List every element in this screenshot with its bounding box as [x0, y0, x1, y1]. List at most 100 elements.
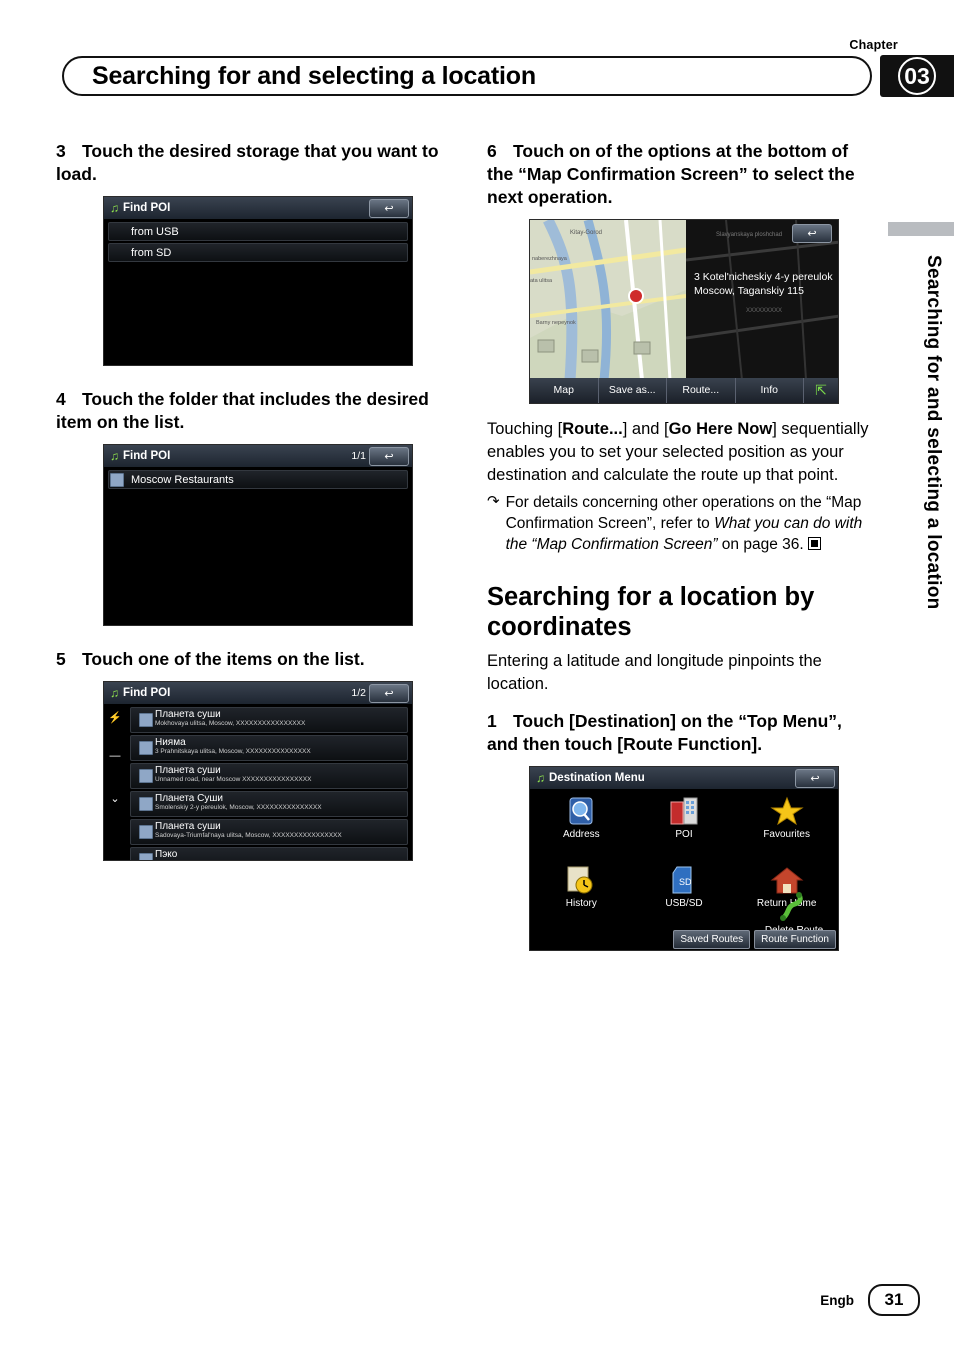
- chevron-down-icon: ⌄: [110, 793, 120, 806]
- svg-text:Slavyanskaya ploshchad: Slavyanskaya ploshchad: [716, 232, 782, 238]
- info-button[interactable]: Info: [736, 378, 804, 404]
- device-titlebar: ♫ Find POI ↩: [104, 197, 412, 221]
- device-title: Find POI: [123, 687, 171, 700]
- list-item[interactable]: Планета Суши Smolenskiy 2-y pereulok, Mo…: [130, 791, 408, 818]
- svg-text:XXXXXXXXX: XXXXXXXXX: [746, 308, 782, 314]
- poi-building-icon: [139, 797, 153, 812]
- list-item-label: from USB: [131, 225, 179, 238]
- device-titlebar: ♫ Find POI 1/1 ↩: [104, 445, 412, 469]
- note-arrow-icon: ↷: [487, 492, 500, 510]
- back-button[interactable]: ↩: [369, 684, 409, 704]
- address-panel: Slavyanskaya ploshchad XXXXXXXXX 3 Kotel…: [686, 220, 838, 381]
- back-button[interactable]: ↩: [795, 769, 835, 789]
- dest-label: History: [565, 897, 597, 909]
- address-line-2: Moscow, Taganskiy 115: [694, 285, 804, 298]
- right-column: 6 Touch on of the options at the bottom o…: [487, 140, 875, 952]
- screenshot-find-poi-folder: ♫ Find POI 1/1 ↩ Moscow Restaurants: [103, 444, 413, 627]
- list-item-address: 3 Prahnitskaya ulitsa, Moscow, XXXXXXXXX…: [155, 748, 311, 756]
- music-note-icon: ♫: [110, 201, 119, 216]
- dest-label: Favourites: [763, 829, 810, 841]
- screenshot-find-poi-storage: ♫ Find POI ↩ from USB from SD: [103, 196, 413, 367]
- dest-cell-address[interactable]: Address: [530, 791, 633, 860]
- device-titlebar: ♫ Destination Menu ↩: [530, 767, 838, 791]
- chapter-number-badge: 03: [880, 55, 954, 97]
- compass-icon[interactable]: ⇱: [804, 378, 838, 403]
- music-note-icon: ♫: [536, 771, 545, 786]
- dest-cell-history[interactable]: History: [530, 860, 633, 929]
- list-item-name: Нияма: [155, 737, 186, 749]
- dest-label: POI: [675, 829, 693, 841]
- list-item-label: from SD: [131, 246, 172, 259]
- poi-building-icon: [667, 796, 701, 826]
- poi-building-icon: [139, 825, 153, 840]
- svg-text:SD: SD: [679, 877, 692, 887]
- dest-cell-usbsd[interactable]: SD USB/SD: [633, 860, 736, 929]
- map-option-bar: Map Save as... Route... Info ⇱: [530, 378, 838, 404]
- left-column: 3 Touch the desired storage that you want…: [56, 140, 444, 862]
- poi-building-icon: [139, 769, 153, 784]
- list-item[interactable]: from USB: [108, 222, 408, 242]
- map-canvas[interactable]: Kitay-Gorod naberezhnaya ata ulitsa Barn…: [530, 220, 686, 381]
- star-icon: [770, 796, 804, 826]
- poi-building-icon: [139, 853, 153, 861]
- device-title: Find POI: [123, 450, 171, 463]
- dest-label: Address: [562, 829, 600, 841]
- list-item[interactable]: Планета суши Unnamed road, near Moscow X…: [130, 763, 408, 790]
- para-pre: Touching [: [487, 420, 563, 439]
- back-button[interactable]: ↩: [369, 199, 409, 219]
- route-delete-icon: [777, 892, 811, 922]
- step-1-text: Touch [Destination] on the “Top Menu”, a…: [487, 711, 842, 755]
- step-1-number: 1: [487, 711, 497, 732]
- para-mid: ] and [: [622, 420, 669, 439]
- back-button[interactable]: ↩: [369, 447, 409, 467]
- save-as-button[interactable]: Save as...: [599, 378, 667, 404]
- dest-cell-favourites[interactable]: Favourites: [735, 791, 838, 860]
- dest-cell-poi[interactable]: POI: [633, 791, 736, 860]
- device-title: Destination Menu: [549, 772, 645, 785]
- clock-history-icon: [564, 865, 598, 895]
- poi-building-icon: [139, 713, 153, 728]
- step-4-number: 4: [56, 389, 66, 410]
- list-item[interactable]: Планета суши Sadovaya-Triumfal'naya ulit…: [130, 819, 408, 846]
- page-indicator: 1/1: [351, 450, 366, 463]
- map-graphic: Kitay-Gorod naberezhnaya ata ulitsa Barn…: [530, 220, 686, 381]
- list-item-name: Пэко: [155, 849, 178, 861]
- route-button[interactable]: Route...: [667, 378, 736, 404]
- route-function-button[interactable]: Route Function: [754, 930, 836, 950]
- list-item-name: Планета суши: [155, 709, 221, 721]
- back-button[interactable]: ↩: [792, 224, 832, 244]
- list-item-name: Планета Суши: [155, 793, 223, 805]
- step-6-text: Touch on of the options at the bottom of…: [487, 141, 855, 208]
- note-text: For details concerning other operations …: [506, 492, 875, 556]
- magnifier-address-icon: [564, 796, 598, 826]
- step-3: 3 Touch the desired storage that you want…: [56, 140, 444, 186]
- step-1: 1 Touch [Destination] on the “Top Menu”, …: [487, 710, 875, 756]
- list-item[interactable]: Moscow Restaurants: [108, 470, 408, 490]
- list-item-address: 1 Tverskaya-Yamskaya 1-ya ulitsa, Moscow…: [155, 860, 407, 861]
- step-5: 5 Touch one of the items on the list.: [56, 648, 444, 671]
- map-button[interactable]: Map: [530, 378, 599, 404]
- step-5-text: Touch one of the items on the list.: [82, 649, 365, 670]
- list-item-address: Sadovaya-Triumfal'naya ulitsa, Moscow, X…: [155, 832, 342, 840]
- list-item-name: Планета суши: [155, 765, 221, 777]
- list-item[interactable]: Нияма 3 Prahnitskaya ulitsa, Moscow, XXX…: [130, 735, 408, 762]
- list-item[interactable]: Пэко 1 Tverskaya-Yamskaya 1-ya ulitsa, M…: [130, 847, 408, 861]
- destination-bottom-bar: Saved Routes Route Function: [530, 929, 838, 950]
- list-item[interactable]: from SD: [108, 243, 408, 263]
- divider-icon: —: [109, 750, 121, 763]
- music-note-icon: ♫: [110, 686, 119, 701]
- chapter-label: Chapter: [849, 38, 898, 52]
- list-item-name: Планета суши: [155, 821, 221, 833]
- footer-page-number: 31: [868, 1284, 920, 1316]
- list-item-wrap: Moscow Restaurants: [104, 470, 412, 490]
- saved-routes-button[interactable]: Saved Routes: [673, 930, 751, 950]
- scroll-side-strip[interactable]: ⚡ — ⌄: [104, 704, 126, 861]
- device-titlebar: ♫ Find POI 1/2 ↩: [104, 682, 412, 706]
- map-graphic-dark: Slavyanskaya ploshchad XXXXXXXXX: [686, 220, 838, 381]
- list-item[interactable]: Планета суши Mokhovaya ulitsa, Moscow, X…: [130, 707, 408, 734]
- section-intro: Entering a latitude and longitude pinpoi…: [487, 651, 822, 693]
- list-item-address: Unnamed road, near Moscow XXXXXXXXXXXXXX…: [155, 776, 312, 784]
- svg-text:Barny nepeynok: Barny nepeynok: [536, 320, 576, 326]
- side-tab-label: Searching for and selecting a location: [923, 255, 944, 610]
- step-5-number: 5: [56, 649, 66, 670]
